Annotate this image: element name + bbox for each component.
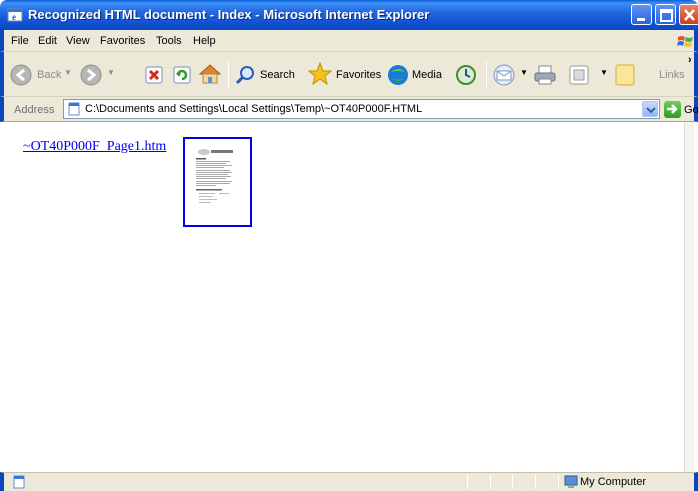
mail-dropdown-icon[interactable]: ▼ (520, 68, 528, 77)
media-button[interactable]: Media (387, 52, 447, 97)
menu-view[interactable]: View (66, 35, 90, 47)
search-icon (235, 66, 254, 85)
toolbar-chevron-icon[interactable]: › (688, 54, 692, 66)
history-icon (456, 65, 476, 85)
go-button[interactable] (664, 101, 681, 118)
edit-icon (569, 65, 589, 85)
address-label: Address (14, 104, 55, 116)
print-button[interactable] (533, 52, 557, 97)
media-label: Media (412, 69, 442, 81)
minimize-button[interactable] (631, 4, 652, 25)
back-arrow-icon (10, 64, 32, 86)
edit-dropdown-icon[interactable]: ▼ (600, 68, 608, 77)
print-icon (534, 65, 556, 85)
menu-tools[interactable]: Tools (156, 35, 182, 47)
window-title: Recognized HTML document - Index - Micro… (28, 7, 430, 22)
chevron-down-icon (646, 107, 656, 114)
address-dropdown-button[interactable] (642, 101, 658, 117)
ie-app-icon[interactable]: e (7, 7, 23, 23)
address-bar: Address C:\Documents and Settings\Local … (0, 97, 698, 122)
forward-button[interactable]: ▼ (80, 52, 120, 97)
toolbar-separator (486, 61, 487, 89)
status-pane-separator (535, 475, 536, 489)
favorites-label: Favorites (336, 69, 382, 81)
refresh-button[interactable] (172, 52, 194, 97)
status-pane-separator (490, 475, 491, 489)
messenger-icon (615, 64, 635, 86)
stop-button[interactable] (144, 52, 166, 97)
status-pane-separator (467, 475, 468, 489)
status-pane-separator (512, 475, 513, 489)
home-icon (198, 64, 222, 84)
mail-icon (493, 64, 515, 86)
page-status-icon (13, 475, 25, 489)
document-preview-thumbnail (195, 148, 239, 216)
svg-text:e: e (12, 12, 16, 22)
toolbar-separator (228, 61, 229, 89)
edit-button[interactable]: ▼ (568, 52, 612, 97)
menu-help[interactable]: Help (193, 35, 216, 47)
search-label: Search (260, 69, 295, 81)
standard-toolbar: Back ▼ ▼ Search Favorites Media ▼ ▼ Link… (0, 52, 698, 97)
address-value: C:\Documents and Settings\Local Settings… (85, 103, 423, 115)
media-icon (388, 65, 408, 85)
vertical-scrollbar[interactable] (684, 122, 694, 472)
page-content: ~OT40P000F_Page1.htm (4, 122, 694, 472)
security-zone-label: My Computer (580, 476, 647, 488)
history-button[interactable] (455, 52, 479, 97)
title-bar[interactable]: e Recognized HTML document - Index - Mic… (0, 0, 698, 30)
go-arrow-icon (667, 104, 678, 114)
favorites-star-icon (308, 62, 332, 86)
menu-file[interactable]: File (11, 35, 29, 47)
my-computer-icon (564, 475, 578, 488)
status-bar: My Computer (0, 472, 698, 491)
refresh-icon (173, 66, 191, 84)
page1-thumbnail[interactable] (183, 137, 252, 227)
search-button[interactable]: Search (235, 52, 301, 97)
messenger-button[interactable] (614, 52, 636, 97)
menu-edit[interactable]: Edit (38, 35, 57, 47)
back-dropdown-icon[interactable]: ▼ (64, 68, 72, 77)
maximize-button[interactable] (655, 4, 676, 25)
home-button[interactable] (198, 52, 222, 97)
menu-favorites[interactable]: Favorites (100, 35, 145, 47)
page-icon (68, 102, 80, 116)
links-label[interactable]: Links (659, 69, 685, 81)
close-button[interactable] (679, 4, 698, 25)
mail-button[interactable]: ▼ (492, 52, 530, 97)
favorites-button[interactable]: Favorites (308, 52, 384, 97)
stop-icon (145, 66, 163, 84)
forward-arrow-icon (80, 64, 102, 86)
menu-bar: File Edit View Favorites Tools Help (0, 30, 698, 52)
windows-logo-icon (677, 36, 693, 47)
forward-dropdown-icon[interactable]: ▼ (107, 68, 115, 77)
status-pane-separator (558, 475, 559, 489)
address-input[interactable]: C:\Documents and Settings\Local Settings… (63, 99, 660, 119)
back-label: Back (37, 69, 62, 81)
page1-link[interactable]: ~OT40P000F_Page1.htm (23, 139, 166, 155)
go-label[interactable]: Go (684, 104, 698, 116)
back-button[interactable]: Back ▼ (10, 52, 76, 97)
